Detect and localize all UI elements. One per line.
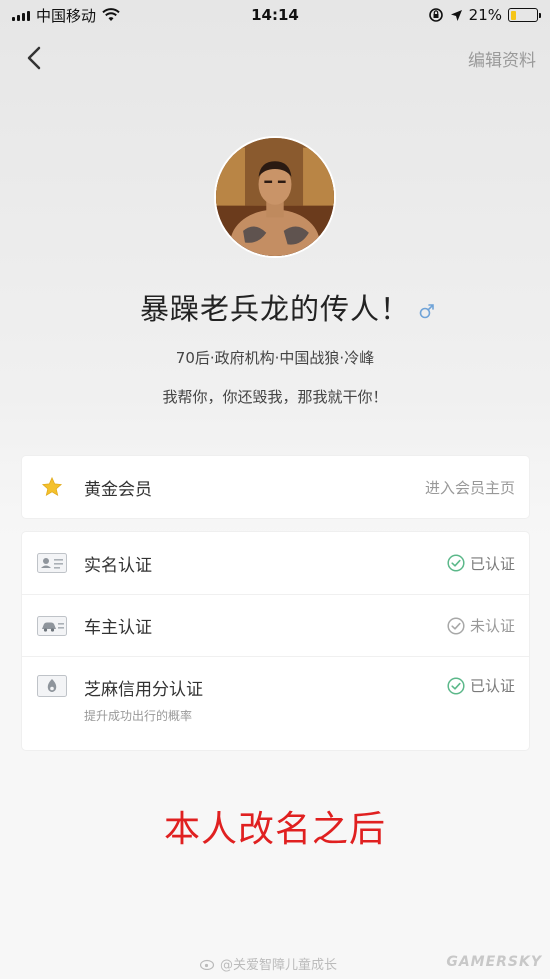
profile-tags: 70后·政府机构·中国战狼·冷峰 [175, 349, 375, 367]
verify-row-sesame-credit[interactable]: 芝麻信用分认证 提升成功出行的概率 已认证 [22, 656, 529, 742]
star-icon [36, 476, 68, 498]
weibo-watermark: @关爱智障儿童成长 [200, 954, 337, 973]
verify-status: 已认证 [447, 675, 515, 696]
verify-status: 已认证 [447, 553, 515, 574]
verification-card: 实名认证 已认证 车主认证 未认证 芝麻信用分认证 提升成功出行的概率 已认证 [22, 532, 529, 750]
battery-level [510, 10, 516, 20]
male-icon [419, 304, 434, 319]
signal-icon [12, 9, 30, 21]
edit-profile-link[interactable]: 编辑资料 [468, 46, 536, 71]
location-arrow-icon [450, 9, 462, 21]
gamersky-watermark: GAMERSKY [446, 954, 542, 970]
carrier-label: 中国移动 [36, 6, 97, 25]
sesame-credit-icon [36, 675, 68, 697]
id-card-icon [36, 552, 68, 574]
rotation-lock-icon [428, 8, 443, 22]
clock: 14:14 [251, 6, 299, 24]
profile-name: 暴躁老兵龙的传人！ [139, 292, 410, 326]
nav-bar: 编辑资料 [0, 36, 550, 80]
membership-row[interactable]: 黄金会员 进入会员主页 [22, 456, 529, 518]
verify-row-car-owner[interactable]: 车主认证 未认证 [22, 594, 529, 656]
check-circle-icon [447, 676, 465, 695]
wifi-icon [102, 8, 120, 21]
status-bar: 中国移动 14:14 21% [0, 0, 550, 30]
membership-card: 黄金会员 进入会员主页 [22, 456, 529, 518]
annotation-caption: 本人改名之后 [163, 809, 386, 850]
membership-link[interactable]: 进入会员主页 [425, 477, 515, 498]
verify-label: 车主认证 [84, 618, 152, 638]
check-circle-icon [447, 554, 465, 572]
verify-sub-label: 提升成功出行的概率 [84, 709, 193, 723]
verify-label: 芝麻信用分认证 [84, 680, 203, 700]
avatar[interactable] [214, 136, 336, 258]
membership-label: 黄金会员 [84, 479, 152, 500]
verify-status: 未认证 [447, 615, 515, 636]
avatar-photo [216, 138, 334, 256]
battery-icon [508, 8, 541, 22]
verify-label: 实名认证 [84, 555, 152, 576]
status-right: 21% [428, 6, 541, 24]
profile-signature: 我帮你，你还毁我，那我就干你！ [162, 388, 388, 406]
car-card-icon [36, 615, 68, 637]
back-button[interactable] [20, 44, 48, 72]
battery-percent: 21% [468, 6, 502, 24]
verify-row-realname[interactable]: 实名认证 已认证 [22, 532, 529, 594]
status-left: 中国移动 [12, 5, 120, 26]
weibo-icon [200, 959, 215, 970]
check-circle-icon [447, 616, 465, 635]
chevron-left-icon [27, 46, 41, 70]
